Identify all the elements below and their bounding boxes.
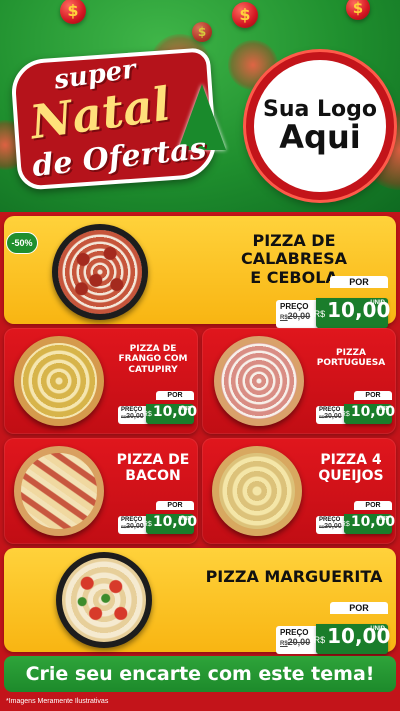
product-card-frango: PIZZA DE FRANGO COM CATUPIRY POR PREÇO R… xyxy=(4,328,198,434)
old-price: R$20,00 xyxy=(121,523,144,530)
price-tag: POR PREÇO R$20,00 UNID R$ 10,00 xyxy=(276,602,390,654)
currency-symbol: R$ xyxy=(313,309,326,319)
new-price-box: UNID R$ 10,00 xyxy=(340,404,395,424)
brand-logo-placeholder: Sua Logo Aqui xyxy=(246,52,394,200)
product-card-calabresa: PIZZA DE CALABRESA E CEBOLA POR PREÇO R$… xyxy=(4,216,396,328)
por-label: POR xyxy=(354,501,392,510)
old-price: R$20,00 xyxy=(280,637,311,647)
product-card-marguerita: PIZZA MARGUERITA POR PREÇO R$20,00 UNID … xyxy=(4,548,396,654)
price-tag: POR PREÇO R$20,00 UNID R$ 10,00 xyxy=(118,391,197,424)
product-title-line: PIZZA DE xyxy=(116,452,190,468)
currency-symbol: R$ xyxy=(142,411,152,418)
coin-icon: $ xyxy=(60,0,86,24)
super-natal-logo: super Natal de Ofertas xyxy=(9,44,230,191)
pizza-portuguesa-image xyxy=(214,336,304,426)
product-title-line: PIZZA MARGUERITA xyxy=(205,567,383,586)
unit-label: UNID xyxy=(370,626,385,632)
product-card-portuguesa: PIZZA PORTUGUESA POR PREÇO R$20,00 UNID … xyxy=(202,328,396,434)
price-tag: POR PREÇO R$20,00 UNID R$ 10,00 xyxy=(276,276,390,328)
old-price: R$20,00 xyxy=(280,311,311,321)
old-price-box: PREÇO R$20,00 xyxy=(276,300,318,328)
pizza-marguerita-image xyxy=(56,552,152,648)
pizza-frango-image xyxy=(14,336,104,426)
product-title-line: CATUPIRY xyxy=(128,364,178,375)
product-title-line: FRANGO COM xyxy=(118,354,188,365)
price-tag: POR PREÇO R$20,00 UNID R$ 10,00 xyxy=(316,501,395,534)
new-price-box: UNID R$ 10,00 xyxy=(142,404,197,424)
old-price: R$20,00 xyxy=(121,413,144,420)
currency-symbol: R$ xyxy=(142,521,152,528)
old-price: R$20,00 xyxy=(319,523,342,530)
por-label: POR xyxy=(354,391,392,400)
product-title-line: BACON xyxy=(125,468,181,485)
por-label: POR xyxy=(330,602,388,614)
product-card-bacon: PIZZA DE BACON POR PREÇO R$20,00 UNID R$… xyxy=(4,438,198,544)
por-label: POR xyxy=(330,276,388,288)
unit-label: UNID xyxy=(370,300,385,306)
pizza-4-queijos-image xyxy=(212,446,302,536)
pizza-calabresa-image xyxy=(52,224,148,320)
currency-symbol: R$ xyxy=(340,411,350,418)
new-price-box: UNID R$ 10,00 xyxy=(313,298,390,328)
product-title-line: PORTUGUESA xyxy=(316,358,386,369)
product-title: PIZZA MARGUERITA xyxy=(194,567,394,586)
product-title: PIZZA 4 QUEIJOS xyxy=(306,452,396,484)
unit-label: UNID xyxy=(376,406,389,412)
old-price: R$20,00 xyxy=(319,413,342,420)
unit-label: UNID xyxy=(178,406,191,412)
header-banner: $ $ $ $ super Natal de Ofertas Sua Logo … xyxy=(0,0,400,212)
por-label: POR xyxy=(156,501,194,510)
currency-symbol: R$ xyxy=(340,521,350,528)
cta-banner[interactable]: Crie seu encarte com este tema! xyxy=(4,656,396,692)
pizza-bacon-image xyxy=(14,446,104,536)
unit-label: UNID xyxy=(376,516,389,522)
price-tag: POR PREÇO R$20,00 UNID R$ 10,00 xyxy=(316,391,395,424)
new-price-box: UNID R$ 10,00 xyxy=(142,514,197,534)
unit-label: UNID xyxy=(178,516,191,522)
product-title-line: PIZZA 4 xyxy=(320,452,382,468)
coin-icon: $ xyxy=(346,0,370,20)
preco-label: PREÇO xyxy=(280,628,309,637)
price-tag: POR PREÇO R$20,00 UNID R$ 10,00 xyxy=(118,501,197,534)
product-title-line: PIZZA xyxy=(336,348,366,358)
product-title-line: PIZZA DE xyxy=(129,344,177,354)
old-price-box: PREÇO R$20,00 xyxy=(276,626,318,654)
por-label: POR xyxy=(156,391,194,400)
product-title: PIZZA DE BACON xyxy=(108,452,198,484)
preco-label: PREÇO xyxy=(280,302,309,311)
product-title-line: PIZZA DE CALABRESA xyxy=(240,231,348,269)
product-card-4-queijos: PIZZA 4 QUEIJOS POR PREÇO R$20,00 UNID R… xyxy=(202,438,396,544)
brand-line-2: Aqui xyxy=(279,117,361,156)
product-title: PIZZA DE FRANGO COM CATUPIRY xyxy=(108,344,198,375)
discount-badge: -50% xyxy=(6,232,38,254)
coin-icon: $ xyxy=(232,2,258,28)
disclaimer-text: *Imagens Meramente Ilustrativas xyxy=(6,698,109,705)
product-title: PIZZA PORTUGUESA xyxy=(306,348,396,369)
coin-icon: $ xyxy=(192,22,212,42)
new-price-box: UNID R$ 10,00 xyxy=(340,514,395,534)
product-title-line: QUEIJOS xyxy=(318,468,384,485)
new-price-box: UNID R$ 10,00 xyxy=(313,624,390,654)
currency-symbol: R$ xyxy=(313,635,326,645)
